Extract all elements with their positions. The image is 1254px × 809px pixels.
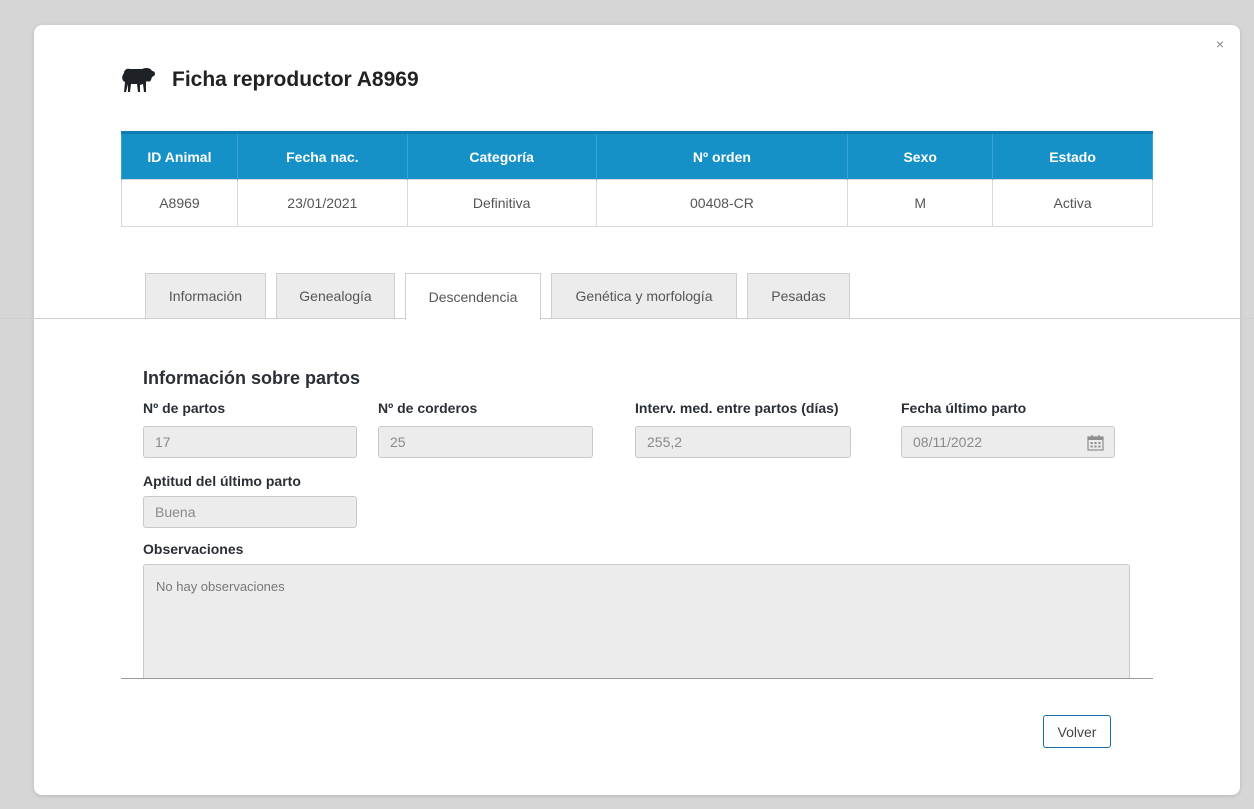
- cell-categoria: Definitiva: [406, 179, 597, 227]
- num-partos-field[interactable]: 17: [143, 426, 357, 458]
- footer-divider: [121, 678, 1153, 679]
- num-corderos-label: Nº de corderos: [378, 400, 478, 416]
- tab-descendencia[interactable]: Descendencia: [405, 273, 541, 320]
- num-partos-label: Nº de partos: [143, 400, 226, 416]
- fecha-ultimo-parto-value: 08/11/2022: [913, 434, 983, 450]
- cell-num-orden: 00408-CR: [595, 179, 849, 227]
- observaciones-textarea[interactable]: No hay observaciones: [143, 564, 1130, 678]
- close-button[interactable]: ×: [1216, 37, 1224, 51]
- cell-estado: Activa: [992, 179, 1153, 227]
- aptitud-ultimo-parto-label: Aptitud del último parto: [143, 473, 301, 489]
- num-corderos-field[interactable]: 25: [378, 426, 593, 458]
- tab-bar: Información Genealogía Descendencia Gené…: [145, 273, 860, 320]
- intervalo-partos-label: Interv. med. entre partos (días): [635, 400, 839, 416]
- tab-genetica-morfologia[interactable]: Genética y morfología: [551, 273, 737, 318]
- page-title: Ficha reproductor A8969: [172, 68, 419, 91]
- tab-informacion[interactable]: Información: [145, 273, 266, 318]
- modal-header: Ficha reproductor A8969: [120, 65, 419, 95]
- modal-dialog: × Ficha reproductor A8969 ID Animal Fech…: [0, 25, 1254, 795]
- column-header-fecha-nac: Fecha nac.: [236, 131, 408, 180]
- cell-fecha-nac: 23/01/2021: [236, 179, 408, 227]
- aptitud-ultimo-parto-field[interactable]: Buena: [143, 496, 357, 528]
- column-header-sexo: Sexo: [847, 131, 994, 180]
- sheep-icon: [120, 65, 156, 95]
- fecha-ultimo-parto-label: Fecha último parto: [901, 400, 1027, 416]
- column-header-num-orden: Nº orden: [595, 131, 849, 180]
- intervalo-partos-field[interactable]: 255,2: [635, 426, 851, 458]
- tab-genealogia[interactable]: Genealogía: [276, 273, 395, 318]
- observaciones-label: Observaciones: [143, 541, 244, 557]
- column-header-estado: Estado: [992, 131, 1153, 180]
- column-header-categoria: Categoría: [406, 131, 597, 180]
- tab-pesadas[interactable]: Pesadas: [747, 273, 850, 318]
- table-header-row: ID Animal Fecha nac. Categoría Nº orden …: [121, 131, 1153, 180]
- summary-table: ID Animal Fecha nac. Categoría Nº orden …: [121, 131, 1153, 227]
- calendar-icon[interactable]: [1087, 434, 1104, 454]
- cell-id-animal: A8969: [121, 179, 238, 227]
- fecha-ultimo-parto-field[interactable]: 08/11/2022: [901, 426, 1115, 458]
- section-title: Información sobre partos: [143, 368, 361, 388]
- column-header-id-animal: ID Animal: [121, 131, 238, 180]
- table-row: A8969 23/01/2021 Definitiva 00408-CR M A…: [121, 179, 1153, 227]
- volver-button[interactable]: Volver: [1043, 715, 1111, 748]
- cell-sexo: M: [847, 179, 994, 227]
